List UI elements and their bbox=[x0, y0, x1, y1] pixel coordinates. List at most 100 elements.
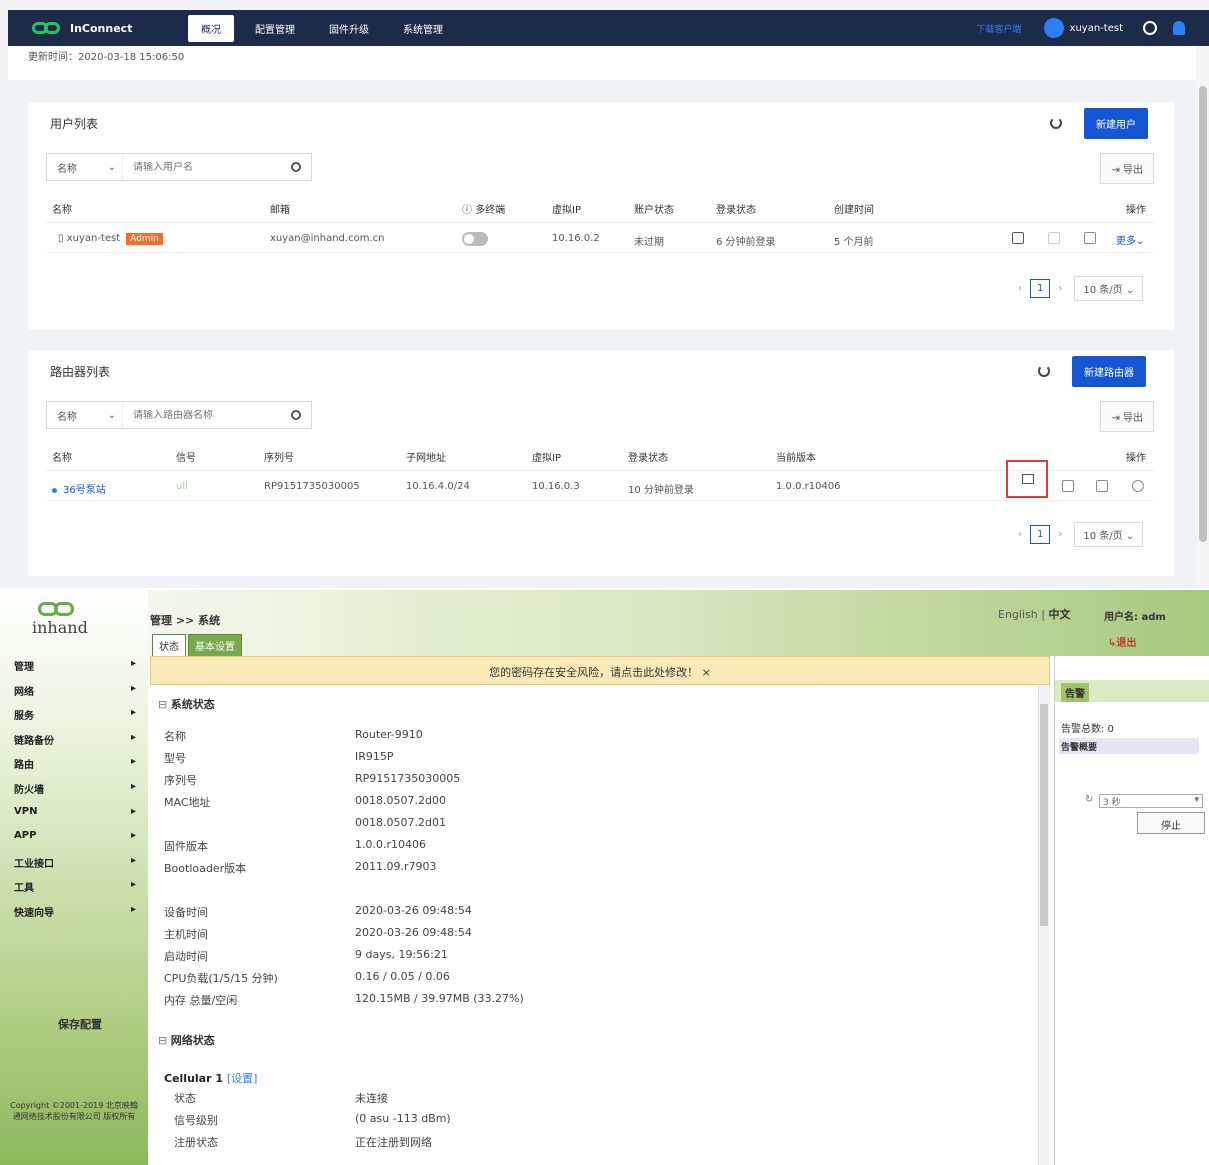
multi-terminal-toggle[interactable] bbox=[462, 232, 488, 246]
alarm-summary[interactable]: 告警概要 bbox=[1059, 738, 1199, 754]
save-config-link[interactable]: 保存配置 bbox=[58, 1016, 102, 1032]
sidebar-item[interactable]: 服务 ▸ bbox=[14, 707, 140, 732]
export-button[interactable]: ⇥ 导出 bbox=[1100, 401, 1154, 432]
content-scrollbar-thumb[interactable] bbox=[1040, 704, 1048, 926]
lang-separator: | bbox=[1041, 608, 1045, 621]
refresh-icon[interactable] bbox=[1050, 117, 1062, 129]
page-number[interactable]: 1 bbox=[1030, 525, 1051, 544]
nav-firmware[interactable]: 固件升级 bbox=[316, 15, 382, 42]
router-subnet: 10.16.4.0/24 bbox=[406, 481, 470, 492]
search-icon[interactable] bbox=[291, 162, 301, 172]
config-icon[interactable] bbox=[1096, 480, 1108, 492]
lang-chinese[interactable]: 中文 bbox=[1048, 608, 1070, 621]
col-login-status: 登录状态 bbox=[628, 453, 668, 464]
header-divider bbox=[46, 222, 1154, 223]
new-router-button[interactable]: 新建路由器 bbox=[1072, 356, 1146, 387]
network-status-title[interactable]: 网络状态 bbox=[158, 1032, 215, 1048]
update-time-bar: 更新时间：2020-03-18 15:06:50 bbox=[8, 46, 1196, 80]
next-page-icon[interactable]: › bbox=[1058, 283, 1062, 294]
export-button[interactable]: ⇥ 导出 bbox=[1100, 153, 1154, 184]
next-page-icon[interactable]: › bbox=[1058, 529, 1062, 540]
new-user-button[interactable]: 新建用户 bbox=[1084, 108, 1148, 139]
sidebar-item[interactable]: 链路备份 ▸ bbox=[14, 732, 140, 757]
brand-logo[interactable]: InConnect bbox=[32, 22, 162, 35]
nav-system[interactable]: 系统管理 bbox=[390, 15, 456, 42]
search-field-value: 名称 bbox=[57, 163, 77, 175]
status-key: 设备时间 bbox=[164, 906, 208, 919]
cellular-settings-link[interactable]: [设置] bbox=[227, 1072, 258, 1085]
pagination: ‹ 1 › 10 条/页 ⌄ bbox=[1018, 276, 1144, 301]
col-account-status: 账户状态 bbox=[634, 205, 674, 216]
lang-english[interactable]: English bbox=[998, 608, 1038, 621]
gear-icon[interactable] bbox=[1132, 480, 1144, 492]
sidebar-item[interactable]: 工具 ▸ bbox=[14, 879, 140, 904]
delete-icon[interactable] bbox=[1062, 480, 1074, 492]
stop-button[interactable]: 停止 bbox=[1137, 812, 1205, 834]
sidebar-item-label: 工业接口 bbox=[14, 858, 54, 870]
sidebar-item[interactable]: 防火墙 ▸ bbox=[14, 781, 140, 806]
router-name: 36号泵站 bbox=[63, 485, 106, 496]
search-field-select[interactable]: 名称 ⌄ bbox=[47, 154, 123, 180]
user-list-panel: 用户列表 新建用户 名称 ⌄ ⇥ 导出 名称 邮箱 ⓘ 多终端 虚拟IP 账户状… bbox=[28, 102, 1174, 330]
prev-page-icon[interactable]: ‹ bbox=[1018, 529, 1022, 540]
status-key: 内存 总量/空闲 bbox=[164, 994, 238, 1007]
status-value: 2020-03-26 09:48:54 bbox=[355, 904, 472, 917]
password-warning-banner[interactable]: 您的密码存在安全风险，请点击此处修改！ × bbox=[150, 656, 1050, 685]
alarm-tab[interactable]: 告警 bbox=[1061, 683, 1089, 702]
page-size-select[interactable]: 10 条/页 ⌄ bbox=[1074, 276, 1144, 301]
nav-config[interactable]: 配置管理 bbox=[242, 15, 308, 42]
page-number[interactable]: 1 bbox=[1030, 279, 1051, 298]
router-name-cell[interactable]: 36号泵站 bbox=[52, 481, 106, 496]
refresh-interval-value: 3 秒 bbox=[1103, 798, 1121, 808]
logout-link[interactable]: ↳退出 bbox=[1108, 634, 1136, 649]
system-status-title[interactable]: 系统状态 bbox=[158, 696, 215, 712]
download-icon[interactable] bbox=[1084, 232, 1096, 244]
router-login-status: 10 分钟前登录 bbox=[628, 485, 694, 496]
user-login-status: 6 分钟前登录 bbox=[716, 237, 776, 248]
refresh-icon[interactable] bbox=[1038, 365, 1050, 377]
download-client-link[interactable]: 下载客户端 bbox=[977, 22, 1022, 35]
router-header: 管理 >> 系统 状态 基本设置 English | 中文 用户名: adm ↳… bbox=[148, 590, 1209, 657]
more-dropdown[interactable]: 更多⌄ bbox=[1116, 232, 1144, 247]
search-input[interactable] bbox=[123, 161, 291, 173]
notification-icon[interactable] bbox=[1173, 21, 1185, 35]
username-label[interactable]: xuyan-test bbox=[1070, 23, 1123, 34]
router-virtual-ip: 10.16.0.3 bbox=[532, 481, 580, 492]
sidebar-item-label: APP bbox=[14, 830, 37, 842]
sidebar-item[interactable]: APP ▸ bbox=[14, 830, 140, 855]
tab-status[interactable]: 状态 bbox=[152, 634, 186, 657]
sidebar-item[interactable]: 快速向导 ▸ bbox=[14, 904, 140, 929]
status-key: 型号 bbox=[164, 752, 186, 765]
search-field-select[interactable]: 名称 ⌄ bbox=[47, 402, 123, 428]
col-email: 邮箱 bbox=[270, 205, 290, 216]
sidebar-item[interactable]: 工业接口 ▸ bbox=[14, 855, 140, 880]
chevron-right-icon: ▸ bbox=[130, 903, 136, 915]
edit-icon[interactable] bbox=[1012, 232, 1024, 244]
user-avatar[interactable] bbox=[1043, 18, 1064, 38]
network-key: 状态 bbox=[174, 1092, 196, 1105]
page-scrollbar-thumb[interactable] bbox=[1199, 86, 1207, 542]
export-icon: ⇥ bbox=[1111, 413, 1123, 424]
alarm-count: 告警总数: 0 bbox=[1061, 724, 1114, 735]
sidebar-item[interactable]: VPN ▸ bbox=[14, 806, 140, 831]
tab-basic-settings[interactable]: 基本设置 bbox=[188, 634, 242, 657]
more-label: 更多 bbox=[1116, 236, 1136, 247]
nav-overview[interactable]: 概况 bbox=[188, 14, 234, 42]
search-icon[interactable] bbox=[291, 410, 301, 420]
search-input[interactable] bbox=[123, 409, 291, 421]
prev-page-icon[interactable]: ‹ bbox=[1018, 283, 1022, 294]
delete-icon[interactable] bbox=[1048, 232, 1060, 244]
sidebar-item[interactable]: 路由 ▸ bbox=[14, 756, 140, 781]
language-switch: English | 中文 bbox=[998, 606, 1070, 622]
globe-icon[interactable] bbox=[1143, 21, 1157, 35]
sidebar-item-label: 快速向导 bbox=[14, 907, 54, 919]
page-size-select[interactable]: 10 条/页 ⌄ bbox=[1074, 522, 1144, 547]
sidebar-item[interactable]: 管理 ▸ bbox=[14, 658, 140, 683]
network-value: 未连接 bbox=[355, 1092, 388, 1105]
remote-access-icon[interactable] bbox=[1006, 460, 1048, 498]
refresh-interval-select[interactable]: 3 秒 ▾ bbox=[1099, 794, 1203, 808]
sidebar-item[interactable]: 网络 ▸ bbox=[14, 683, 140, 708]
status-value: 2020-03-26 09:48:54 bbox=[355, 926, 472, 939]
row-divider bbox=[46, 500, 1154, 501]
col-signal: 信号 bbox=[176, 453, 196, 464]
